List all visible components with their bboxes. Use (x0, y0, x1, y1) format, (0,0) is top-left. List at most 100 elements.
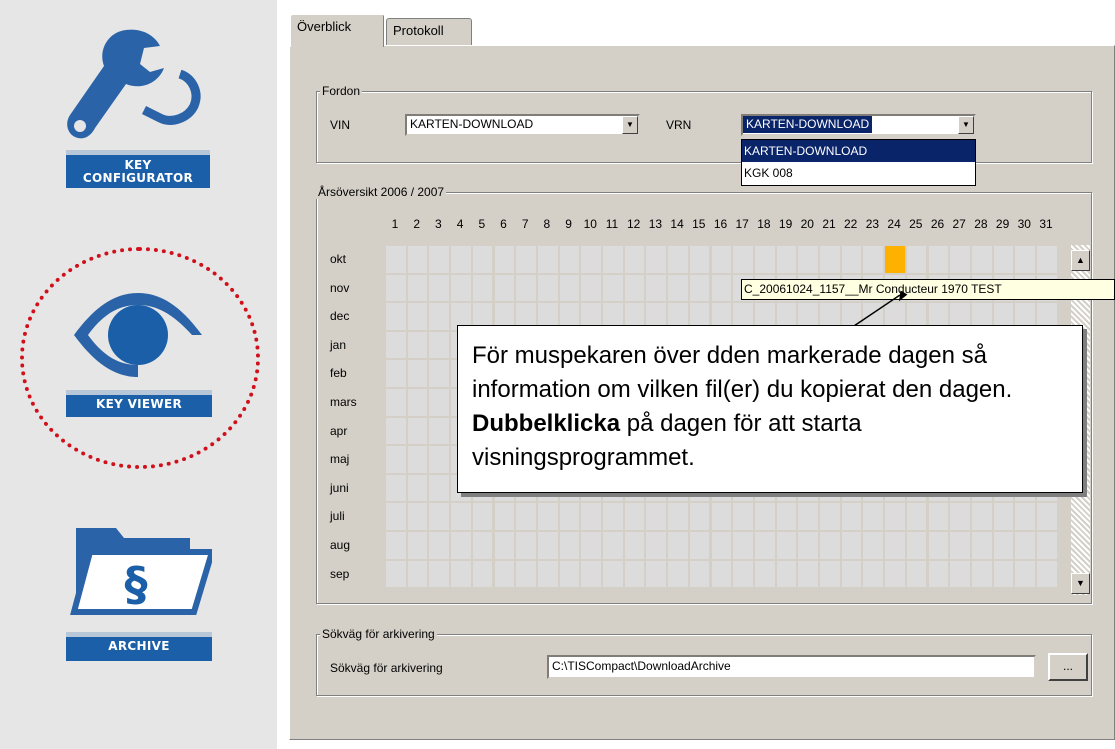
day-cell[interactable] (451, 503, 473, 532)
day-cell[interactable] (971, 560, 994, 590)
day-cell[interactable] (798, 246, 820, 275)
day-cell[interactable] (820, 560, 842, 590)
day-cell[interactable] (798, 532, 820, 561)
day-cell[interactable] (668, 246, 690, 275)
day-cell[interactable] (841, 532, 864, 561)
vrn-select[interactable]: KARTEN-DOWNLOAD ▼ (741, 114, 976, 136)
day-cell[interactable] (429, 474, 452, 504)
day-cell[interactable] (906, 532, 929, 561)
day-cell[interactable] (407, 417, 430, 447)
day-cell[interactable] (386, 446, 408, 475)
vin-select[interactable]: KARTEN-DOWNLOAD ▼ (405, 114, 640, 136)
day-cell[interactable] (407, 503, 430, 532)
day-cell[interactable] (407, 446, 430, 475)
day-cell[interactable] (668, 532, 690, 561)
day-cell[interactable] (906, 503, 929, 532)
day-cell[interactable] (407, 474, 430, 504)
day-cell[interactable] (711, 274, 734, 304)
day-cell[interactable] (689, 532, 712, 561)
day-cell[interactable] (537, 246, 560, 275)
day-cell[interactable] (993, 560, 1016, 590)
day-cell[interactable] (733, 246, 755, 275)
day-cell[interactable] (820, 246, 842, 275)
day-cell[interactable] (1037, 246, 1059, 275)
day-cell[interactable] (1015, 560, 1037, 590)
day-cell[interactable] (863, 532, 886, 561)
day-cell[interactable] (429, 389, 452, 418)
day-cell[interactable] (386, 474, 408, 504)
day-cell[interactable] (472, 274, 495, 304)
day-cell[interactable] (668, 560, 690, 590)
day-cell[interactable] (776, 560, 799, 590)
day-cell[interactable] (950, 246, 972, 275)
day-cell[interactable] (386, 560, 408, 590)
day-cell[interactable] (407, 389, 430, 418)
day-cell[interactable] (754, 532, 777, 561)
day-cell[interactable] (429, 246, 452, 275)
day-cell[interactable] (407, 246, 430, 275)
day-cell[interactable] (559, 532, 582, 561)
day-cell[interactable] (711, 503, 734, 532)
day-cell[interactable] (537, 532, 560, 561)
day-cell[interactable] (407, 360, 430, 389)
day-cell[interactable] (863, 246, 886, 275)
day-cell[interactable] (472, 532, 495, 561)
day-cell[interactable] (950, 532, 972, 561)
day-cell[interactable] (971, 503, 994, 532)
day-cell[interactable] (646, 274, 669, 304)
day-cell[interactable] (603, 560, 625, 590)
day-cell[interactable] (863, 560, 886, 590)
day-cell[interactable] (472, 560, 495, 590)
tab-protokoll[interactable]: Protokoll (386, 18, 472, 45)
day-cell[interactable] (798, 503, 820, 532)
day-cell[interactable] (841, 246, 864, 275)
day-cell[interactable] (581, 246, 603, 275)
day-cell[interactable] (559, 503, 582, 532)
key-configurator-button[interactable]: KEY CONFIGURATOR (60, 20, 210, 195)
day-cell[interactable] (429, 331, 452, 361)
day-cell[interactable] (906, 560, 929, 590)
day-cell[interactable] (668, 274, 690, 304)
scroll-up-icon[interactable]: ▲ (1071, 250, 1090, 271)
day-cell[interactable] (386, 246, 408, 275)
day-cell[interactable] (885, 560, 907, 590)
day-cell[interactable] (776, 246, 799, 275)
dropdown-option[interactable]: KGK 008 (742, 162, 975, 184)
day-cell[interactable] (603, 274, 625, 304)
day-cell[interactable] (429, 503, 452, 532)
day-cell[interactable] (733, 560, 755, 590)
day-cell[interactable] (451, 532, 473, 561)
day-cell[interactable] (1037, 532, 1059, 561)
day-cell[interactable] (472, 503, 495, 532)
day-cell[interactable] (451, 246, 473, 275)
day-cell[interactable] (624, 532, 647, 561)
day-cell[interactable] (603, 532, 625, 561)
day-cell[interactable] (646, 560, 669, 590)
day-cell[interactable] (993, 532, 1016, 561)
day-cell[interactable] (581, 503, 603, 532)
day-cell[interactable] (386, 532, 408, 561)
day-cell[interactable] (711, 532, 734, 561)
day-cell-marked[interactable] (885, 246, 907, 275)
day-cell[interactable] (386, 417, 408, 447)
day-cell[interactable] (407, 331, 430, 361)
day-cell[interactable] (776, 503, 799, 532)
browse-button[interactable]: ... (1048, 653, 1088, 681)
day-cell[interactable] (429, 274, 452, 304)
day-cell[interactable] (841, 560, 864, 590)
day-cell[interactable] (559, 246, 582, 275)
day-cell[interactable] (407, 532, 430, 561)
day-cell[interactable] (581, 274, 603, 304)
day-cell[interactable] (689, 503, 712, 532)
day-cell[interactable] (386, 331, 408, 361)
tab-overblick[interactable]: Överblick (290, 14, 384, 47)
key-viewer-button[interactable]: KEY VIEWER (66, 285, 212, 425)
day-cell[interactable] (754, 246, 777, 275)
day-cell[interactable] (993, 246, 1016, 275)
vrn-dropdown-list[interactable]: KARTEN-DOWNLOAD KGK 008 (741, 139, 976, 186)
day-cell[interactable] (841, 503, 864, 532)
day-cell[interactable] (885, 503, 907, 532)
day-cell[interactable] (494, 274, 517, 304)
day-cell[interactable] (733, 532, 755, 561)
day-cell[interactable] (537, 560, 560, 590)
